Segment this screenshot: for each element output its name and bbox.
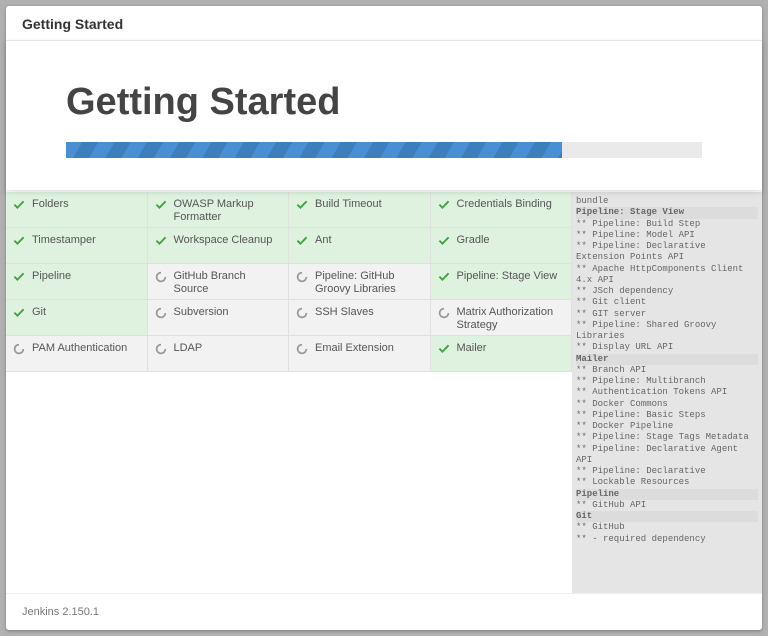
log-line: bundle [576,196,758,207]
plugin-cell: Folders [6,192,148,228]
plugin-cell: Gradle [430,227,573,264]
plugin-label: Email Extension [315,342,394,355]
modal-title: Getting Started [22,16,123,32]
spinner-icon [154,270,168,284]
plugin-label: PAM Authentication [32,342,127,355]
plugin-label: Timestamper [32,234,96,247]
plugin-label: Mailer [457,342,487,355]
plugin-cell: LDAP [147,335,290,372]
spinner-icon [437,306,451,320]
check-icon [437,270,451,284]
check-icon [295,234,309,248]
log-line: ** Docker Commons [576,399,758,410]
check-icon [437,198,451,212]
log-line: ** Pipeline: Declarative Agent API [576,444,758,467]
plugin-label: OWASP Markup Formatter [174,198,283,223]
plugin-label: Build Timeout [315,198,382,211]
log-line: ** Docker Pipeline [576,421,758,432]
log-line: ** Pipeline: Declarative [576,466,758,477]
log-line: ** Pipeline: Stage Tags Metadata [576,432,758,443]
modal-header: Getting Started [6,6,762,41]
log-heading: Pipeline [576,489,758,500]
log-line: ** JSch dependency [576,286,758,297]
plugin-label: Pipeline: Stage View [457,270,558,283]
plugin-cell: Email Extension [288,335,431,372]
plugin-cell: Pipeline [6,263,148,300]
plugin-cell: Git [6,299,148,336]
page-title: Getting Started [66,81,702,124]
log-line: ** Display URL API [576,342,758,353]
plugin-cell: Subversion [147,299,290,336]
log-heading: Git [576,511,758,522]
log-line: ** GIT server [576,309,758,320]
modal-footer: Jenkins 2.150.1 [6,593,762,630]
plugin-cell: Matrix Authorization Strategy [430,299,573,336]
log-line: ** Pipeline: Basic Steps [576,410,758,421]
setup-wizard-modal: Getting Started Getting Started Folders O… [6,6,762,630]
spinner-icon [12,342,26,356]
log-heading: Pipeline: Stage View [576,207,758,218]
version-label: Jenkins 2.150.1 [22,606,99,618]
log-line: ** Pipeline: Declarative Extension Point… [576,241,758,264]
plugin-label: Subversion [174,306,229,319]
log-line: ** Lockable Resources [576,477,758,488]
log-line: ** Authentication Tokens API [576,387,758,398]
plugin-cell: Pipeline: Stage View [430,263,573,300]
check-icon [12,198,26,212]
spinner-icon [295,270,309,284]
plugin-grid: Folders OWASP Markup Formatter Build Timeo… [6,192,572,593]
plugin-label: SSH Slaves [315,306,374,319]
log-line: ** Branch API [576,365,758,376]
check-icon [154,234,168,248]
hero-section: Getting Started [6,41,762,190]
log-heading: Mailer [576,354,758,365]
plugin-cell: Mailer [430,335,573,372]
plugin-label: Folders [32,198,69,211]
install-log-panel: bundlePipeline: Stage View** Pipeline: B… [572,192,762,593]
plugin-label: Matrix Authorization Strategy [457,306,566,331]
plugin-label: Workspace Cleanup [174,234,273,247]
plugin-label: Git [32,306,46,319]
plugin-label: Pipeline [32,270,71,283]
check-icon [12,306,26,320]
plugin-label: Gradle [457,234,490,247]
plugin-label: Credentials Binding [457,198,552,211]
log-line: ** - required dependency [576,534,758,545]
plugin-label: LDAP [174,342,203,355]
plugin-label: Ant [315,234,332,247]
log-line: ** Pipeline: Shared Groovy Libraries [576,320,758,343]
log-line: ** GitHub API [576,500,758,511]
plugin-cell: Timestamper [6,227,148,264]
log-line: ** Pipeline: Build Step [576,219,758,230]
plugin-cell: PAM Authentication [6,335,148,372]
plugin-cell: Credentials Binding [430,192,573,228]
plugin-label: Pipeline: GitHub Groovy Libraries [315,270,424,295]
plugin-cell: Pipeline: GitHub Groovy Libraries [288,263,431,300]
log-line: ** Pipeline: Model API [576,230,758,241]
progress-bar [66,142,702,158]
plugin-cell: Workspace Cleanup [147,227,290,264]
check-icon [295,198,309,212]
content-row: Folders OWASP Markup Formatter Build Timeo… [6,192,762,593]
log-line: ** Pipeline: Multibranch [576,376,758,387]
plugin-cell: Ant [288,227,431,264]
spinner-icon [295,306,309,320]
plugin-cell: GitHub Branch Source [147,263,290,300]
plugin-cell: Build Timeout [288,192,431,228]
log-line: ** Git client [576,297,758,308]
plugin-label: GitHub Branch Source [174,270,283,295]
check-icon [437,342,451,356]
check-icon [12,270,26,284]
spinner-icon [295,342,309,356]
plugin-cell: SSH Slaves [288,299,431,336]
plugin-cell: OWASP Markup Formatter [147,192,290,228]
check-icon [437,234,451,248]
spinner-icon [154,306,168,320]
log-line: ** GitHub [576,522,758,533]
check-icon [12,234,26,248]
spinner-icon [154,342,168,356]
check-icon [154,198,168,212]
log-line: ** Apache HttpComponents Client 4.x API [576,264,758,287]
progress-fill [66,142,562,158]
